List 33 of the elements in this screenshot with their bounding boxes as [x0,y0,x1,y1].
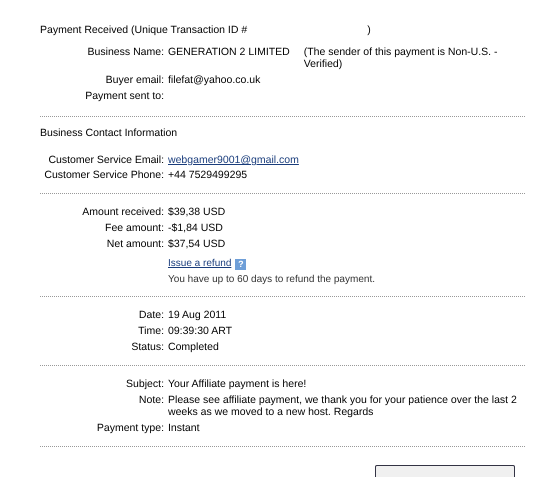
sender-note: (The sender of this payment is Non-U.S. - Verified) [304,46,498,70]
field-label: Subject: [126,378,164,390]
field-value: $39,38 USD [168,206,226,218]
field-label: Time: [138,325,164,337]
field-label: Note: [138,394,164,406]
field-value: GENERATION 2 LIMITED [168,46,290,60]
field-value: 09:39:30 ART [168,325,232,337]
field-label: Date: [138,309,164,321]
field-label: Buyer email: [106,74,164,86]
field-value: $37,54 USD [168,238,226,250]
field-value: +44 7529499295 [168,169,248,181]
field-label: Status: [131,341,164,353]
field-value: -$1,84 USD [168,222,223,234]
refund-note: You have up to 60 days to refund the payment. [168,274,376,286]
field-label: Fee amount: [105,222,164,234]
field-label: Net amount: [106,238,164,250]
field-label: Amount received: [82,206,164,218]
field-value: Completed [168,341,219,353]
field-value: filefat@yahoo.co.uk [168,74,260,86]
field-value: Instant [168,422,200,434]
section-title: Business Contact Information [40,127,178,139]
field-label: Payment type: [96,422,164,434]
field-label: Customer Service Email: [48,154,164,166]
field-label: Business Name: [88,46,164,58]
closing-parenthesis: ) [367,24,371,36]
field-label: Customer Service Phone: [44,169,164,181]
refund-link[interactable]: Issue a refund [168,258,232,270]
field-value: Your Affiliate payment is here! [168,378,306,390]
field-value: Please see affiliate payment, we thank you for your patience over the last 2 weeks as we moved to a new host. Regards [168,394,518,418]
page-title: Payment Received (Unique Transaction ID # [40,24,248,36]
field-value: 19 Aug 2011 [168,309,226,321]
field-label: Payment sent to: [85,90,164,102]
email-link[interactable]: webgamer9001@gmail.com [168,154,299,166]
